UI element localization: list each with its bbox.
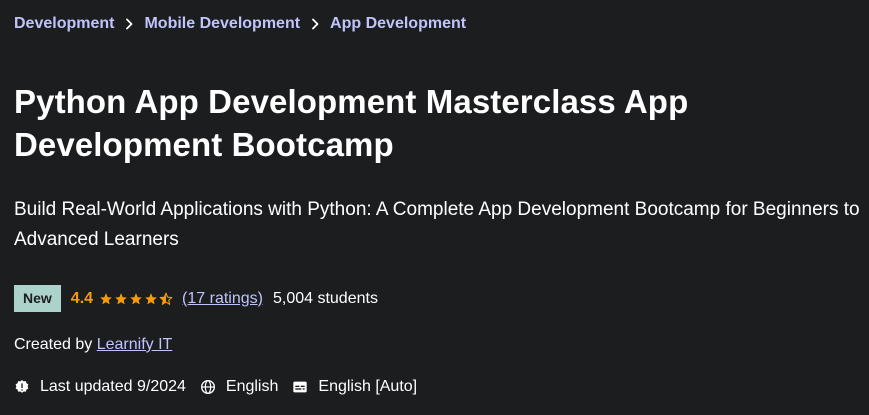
breadcrumb: Development Mobile Development App Devel… bbox=[14, 14, 466, 34]
half-star-icon bbox=[159, 292, 173, 305]
created-by-label: Created by bbox=[14, 336, 93, 353]
course-title: Python App Development Masterclass App D… bbox=[14, 83, 689, 163]
captions: English [Auto] bbox=[292, 378, 417, 396]
star-icon bbox=[130, 292, 142, 304]
ratings-count-link[interactable]: (17 ratings) bbox=[182, 290, 263, 308]
last-updated-text: Last updated 9/2024 bbox=[40, 378, 186, 395]
created-by: Created by Learnify IT bbox=[14, 336, 172, 354]
captions-text: English [Auto] bbox=[318, 378, 418, 395]
new-badge: New bbox=[14, 285, 61, 312]
rating-value: 4.4 bbox=[70, 289, 94, 307]
closed-captions-icon bbox=[293, 381, 308, 393]
breadcrumb-item-app-development[interactable]: App Development bbox=[330, 15, 466, 33]
course-meta: Last updated 9/2024 English English [Aut… bbox=[14, 378, 431, 396]
chevron-right-icon bbox=[300, 14, 330, 34]
language-text: English bbox=[225, 378, 279, 395]
students-count: 5,004 students bbox=[272, 289, 378, 307]
language: English bbox=[200, 378, 278, 396]
star-rating bbox=[99, 292, 174, 306]
alert-badge-icon bbox=[15, 380, 29, 393]
chevron-right-icon bbox=[114, 14, 144, 34]
star-icon bbox=[115, 292, 127, 304]
last-updated: Last updated 9/2024 bbox=[14, 378, 186, 396]
course-subtitle: Build Real-World Applications with Pytho… bbox=[14, 199, 860, 250]
breadcrumb-item-mobile-development[interactable]: Mobile Development bbox=[144, 15, 300, 33]
globe-icon bbox=[200, 380, 215, 394]
star-icon bbox=[145, 292, 157, 304]
star-icon bbox=[100, 292, 112, 304]
author-link[interactable]: Learnify IT bbox=[97, 336, 173, 353]
breadcrumb-item-development[interactable]: Development bbox=[14, 15, 114, 33]
rating-row: New 4.4 (17 ratings) 5,004 students bbox=[14, 285, 378, 312]
